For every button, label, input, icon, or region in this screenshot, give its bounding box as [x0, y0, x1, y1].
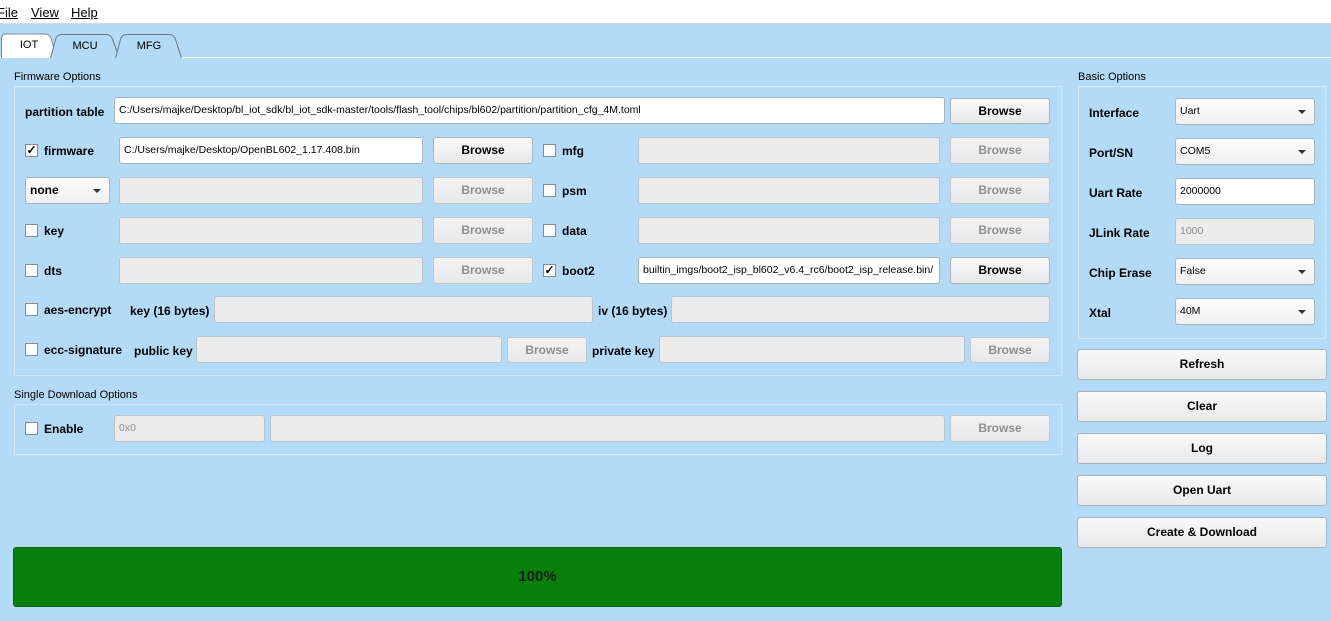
- menu-file-label: File: [0, 5, 18, 20]
- mfg-input[interactable]: [638, 137, 940, 164]
- dts-input[interactable]: [119, 257, 423, 284]
- single-download-browse-button[interactable]: Browse: [950, 415, 1050, 442]
- private-key-input[interactable]: [659, 336, 965, 363]
- menu-help[interactable]: Help: [71, 5, 98, 20]
- xtal-value: 40M: [1180, 305, 1201, 317]
- key-browse-button[interactable]: Browse: [433, 217, 533, 244]
- psm-label: psm: [562, 184, 587, 198]
- menu-bar: File View Help: [0, 0, 1331, 24]
- chip-erase-label: Chip Erase: [1089, 266, 1152, 280]
- clear-button[interactable]: Clear: [1077, 391, 1327, 422]
- mfg-browse-button[interactable]: Browse: [950, 137, 1050, 164]
- private-key-label: private key: [592, 344, 655, 358]
- chip-erase-value: False: [1180, 265, 1206, 277]
- partition-table-input[interactable]: C:/Users/majke/Desktop/bl_iot_sdk/bl_iot…: [114, 97, 945, 124]
- psm-browse-button[interactable]: Browse: [950, 177, 1050, 204]
- menu-help-label: Help: [71, 5, 98, 20]
- data-label: data: [562, 224, 587, 238]
- port-value: COM5: [1180, 145, 1211, 157]
- single-download-title: Single Download Options: [14, 389, 138, 401]
- menu-file[interactable]: File: [0, 5, 18, 20]
- xtal-select[interactable]: 40M: [1175, 298, 1315, 325]
- chevron-down-icon: [1298, 270, 1306, 274]
- ecc-signature-label: ecc-signature: [44, 343, 123, 357]
- interface-select[interactable]: Uart: [1175, 98, 1315, 125]
- interface-label: Interface: [1089, 106, 1140, 120]
- port-label: Port/SN: [1089, 146, 1134, 160]
- refresh-button[interactable]: Refresh: [1077, 349, 1327, 380]
- image-type-value: none: [30, 183, 59, 197]
- chevron-down-icon: [93, 189, 101, 193]
- xtal-label: Xtal: [1089, 306, 1112, 320]
- jlink-rate-label: JLink Rate: [1089, 226, 1150, 240]
- aes-iv-label: iv (16 bytes): [598, 304, 668, 318]
- firmware-checkbox[interactable]: ✓: [25, 144, 38, 157]
- tab-mcu[interactable]: MCU: [50, 34, 120, 59]
- uart-rate-input[interactable]: 2000000: [1175, 178, 1315, 205]
- private-key-browse-button[interactable]: Browse: [970, 337, 1050, 363]
- psm-input[interactable]: [638, 177, 940, 204]
- ecc-signature-checkbox[interactable]: [25, 343, 38, 356]
- tab-mfg[interactable]: MFG: [115, 34, 183, 59]
- log-button[interactable]: Log: [1077, 433, 1327, 464]
- aes-encrypt-checkbox[interactable]: [25, 303, 38, 316]
- tab-iot[interactable]: IOT: [1, 33, 57, 58]
- public-key-label: public key: [134, 344, 193, 358]
- chevron-down-icon: [1298, 110, 1306, 114]
- data-input[interactable]: [638, 217, 940, 244]
- tab-divider: [0, 57, 1331, 58]
- mfg-label: mfg: [562, 144, 584, 158]
- aes-encrypt-label: aes-encrypt: [44, 303, 112, 317]
- data-browse-button[interactable]: Browse: [950, 217, 1050, 244]
- image-type-select[interactable]: none: [25, 177, 110, 204]
- boot2-input[interactable]: /builtin_imgs/boot2_isp_bl602_v6.4_rc6/b…: [638, 257, 940, 284]
- boot2-browse-button[interactable]: Browse: [950, 257, 1050, 284]
- progress-bar: 100%: [13, 547, 1062, 607]
- dts-checkbox[interactable]: [25, 264, 38, 277]
- firmware-options-title: Firmware Options: [14, 71, 101, 83]
- key-label: key: [44, 224, 65, 238]
- uart-rate-label: Uart Rate: [1089, 186, 1143, 200]
- interface-value: Uart: [1180, 105, 1200, 117]
- key-input[interactable]: [119, 217, 423, 244]
- aes-iv-input[interactable]: [671, 296, 1050, 323]
- open-uart-button[interactable]: Open Uart: [1077, 475, 1327, 506]
- public-key-browse-button[interactable]: Browse: [507, 337, 587, 363]
- single-download-enable-label: Enable: [44, 422, 84, 436]
- none-input[interactable]: [119, 177, 423, 204]
- tab-mfg-label: MFG: [136, 40, 162, 52]
- firmware-label: firmware: [44, 144, 95, 158]
- tab-mcu-label: MCU: [72, 40, 98, 52]
- partition-table-label: partition table: [25, 105, 105, 119]
- psm-checkbox[interactable]: [543, 184, 556, 197]
- boot2-checkbox[interactable]: ✓: [543, 264, 556, 277]
- single-download-enable-checkbox[interactable]: [25, 422, 38, 435]
- create-download-button[interactable]: Create & Download: [1077, 517, 1327, 548]
- tab-iot-label: IOT: [19, 39, 39, 51]
- none-browse-button[interactable]: Browse: [433, 177, 533, 204]
- data-checkbox[interactable]: [543, 224, 556, 237]
- chip-erase-select[interactable]: False: [1175, 258, 1315, 285]
- partition-table-browse-button[interactable]: Browse: [950, 98, 1050, 124]
- menu-view-label: View: [31, 5, 59, 20]
- dts-label: dts: [44, 264, 62, 278]
- public-key-input[interactable]: [196, 336, 502, 363]
- key-checkbox[interactable]: [25, 224, 38, 237]
- chevron-down-icon: [1298, 150, 1306, 154]
- chevron-down-icon: [1298, 310, 1306, 314]
- basic-options-title: Basic Options: [1078, 71, 1146, 83]
- firmware-input[interactable]: C:/Users/majke/Desktop/OpenBL602_1.17.40…: [119, 137, 423, 164]
- firmware-browse-button[interactable]: Browse: [433, 137, 533, 164]
- single-download-file-input[interactable]: [270, 415, 945, 442]
- dts-browse-button[interactable]: Browse: [433, 257, 533, 284]
- aes-key-input[interactable]: [214, 296, 593, 323]
- boot2-label: boot2: [562, 264, 595, 278]
- single-download-address-input[interactable]: 0x0: [114, 415, 265, 442]
- progress-label: 100%: [518, 568, 557, 585]
- menu-view[interactable]: View: [31, 5, 59, 20]
- aes-key-label: key (16 bytes): [130, 304, 210, 318]
- port-select[interactable]: COM5: [1175, 138, 1315, 165]
- mfg-checkbox[interactable]: [543, 144, 556, 157]
- jlink-rate-input[interactable]: 1000: [1175, 218, 1315, 245]
